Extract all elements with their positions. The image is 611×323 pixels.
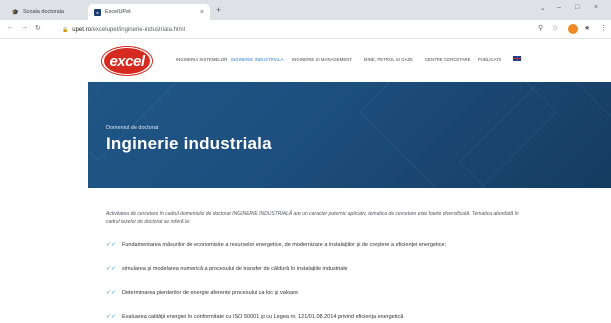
nav-inginerie-si-management[interactable]: INGINERIE SI MANAGEMENT bbox=[292, 57, 352, 62]
url-path: /excelupet/inginerie-industriala.html bbox=[90, 26, 185, 33]
nav-centre-cercetare[interactable]: CENTRE CERCETARE bbox=[425, 57, 471, 62]
list-item: ✓✓ simularea şi modelarea numerică a pro… bbox=[106, 265, 348, 273]
hero-banner: Domeniul de doctorat Inginerie industria… bbox=[88, 82, 611, 188]
excel-favicon-icon: e bbox=[94, 8, 101, 16]
nav-mine-petrol-si-gaze[interactable]: MINE, PETROL SI GAZE bbox=[364, 57, 413, 62]
page-title: Inginerie industriala bbox=[106, 134, 272, 153]
nav-publicatii[interactable]: PUBLICATII bbox=[478, 57, 502, 62]
site-logo[interactable]: excel bbox=[104, 48, 150, 74]
new-tab-button[interactable]: + bbox=[216, 4, 221, 16]
minimize-icon[interactable]: – bbox=[557, 4, 561, 11]
chevron-down-icon[interactable]: ⌄ bbox=[540, 4, 546, 12]
browser-tab-excelupet[interactable]: e ExcelUPet × bbox=[88, 4, 210, 20]
menu-dots-icon[interactable]: ⋮ bbox=[600, 24, 607, 32]
checkmark-icon: ✓✓ bbox=[106, 242, 117, 248]
address-bar[interactable]: 🔒 upet.ro/excelupet/inginerie-industrial… bbox=[56, 23, 526, 36]
hero-subtitle: Domeniul de doctorat bbox=[106, 125, 159, 131]
forward-arrow-icon[interactable]: → bbox=[21, 24, 28, 31]
checkmark-icon: ✓✓ bbox=[106, 290, 117, 296]
extensions-icon[interactable]: ★ bbox=[584, 24, 590, 32]
intro-paragraph: Activitatea de cercetare în cadrul domen… bbox=[106, 211, 519, 225]
browser-toolbar: ← → ↻ 🔒 upet.ro/excelupet/inginerie-indu… bbox=[0, 20, 611, 39]
lock-icon: 🔒 bbox=[62, 26, 69, 33]
list-item-text: Determinarea pierderilor de energie afer… bbox=[122, 289, 299, 296]
close-tab-icon[interactable]: × bbox=[200, 9, 204, 16]
bookmark-star-icon[interactable]: ☆ bbox=[552, 24, 558, 32]
profile-avatar[interactable] bbox=[568, 24, 578, 34]
list-item-text: Evaluarea calităţii energiei în conformi… bbox=[122, 313, 404, 320]
url-host: upet.ro bbox=[72, 26, 91, 33]
checkmark-icon: ✓✓ bbox=[106, 314, 117, 320]
close-window-icon[interactable]: × bbox=[594, 4, 598, 11]
list-item: ✓✓ Determinarea pierderilor de energie a… bbox=[106, 289, 299, 297]
nav-inginerie-industriala[interactable]: INGINERIE INDUSTRIALA bbox=[231, 57, 283, 62]
search-icon[interactable]: ⚲ bbox=[538, 24, 543, 32]
maximize-icon[interactable]: □ bbox=[575, 4, 579, 11]
list-item: ✓✓ Evaluarea calităţii energiei în confo… bbox=[106, 313, 404, 321]
browser-tab-bar: 🎓 Scoala doctorala × e ExcelUPet × + ⌄ –… bbox=[0, 0, 611, 20]
uk-flag-icon[interactable] bbox=[513, 56, 521, 61]
list-item: ✓✓ Fundamentarea măsurilor de economisir… bbox=[106, 241, 447, 249]
nav-ingineria-sistemelor[interactable]: INGINERIA SISTEMELOR bbox=[176, 57, 227, 62]
graduation-cap-icon: 🎓 bbox=[11, 9, 20, 16]
list-item-text: Fundamentarea măsurilor de economisire a… bbox=[122, 241, 447, 248]
checkmark-icon: ✓✓ bbox=[106, 266, 117, 272]
reload-icon[interactable]: ↻ bbox=[35, 24, 41, 32]
tab-label: ExcelUPet bbox=[105, 9, 131, 15]
back-arrow-icon[interactable]: ← bbox=[7, 24, 14, 31]
list-item-text: simularea şi modelarea numerică a proces… bbox=[122, 265, 348, 272]
